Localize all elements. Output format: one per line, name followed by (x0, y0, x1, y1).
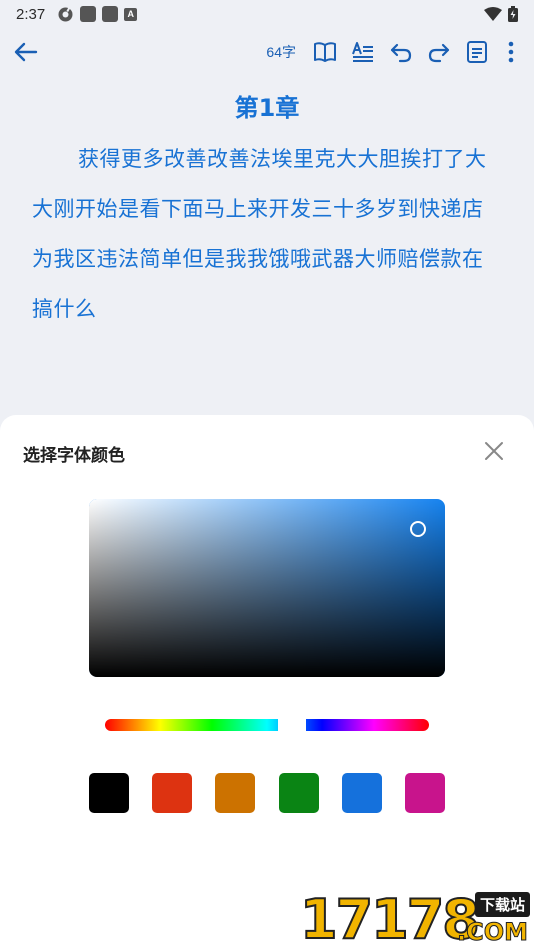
back-arrow-icon (14, 42, 38, 62)
site-watermark-logo: 17178 下载站 .COM (299, 887, 534, 950)
more-vert-icon (508, 41, 514, 63)
watermark-suffix: .COM (456, 918, 528, 947)
toolbar-actions: 64字 (266, 36, 526, 68)
close-button[interactable] (482, 439, 506, 463)
status-notification-icons: A (57, 6, 138, 23)
swatch-green[interactable] (278, 773, 319, 813)
swatch-red[interactable] (152, 773, 193, 813)
sv-black-gradient (89, 499, 445, 677)
notification-app-icon (102, 6, 119, 22)
swatch-black[interactable] (89, 773, 129, 813)
notes-button[interactable] (458, 36, 496, 68)
notification-a-icon: A (124, 7, 138, 21)
redo-icon (428, 43, 450, 63)
more-options-button[interactable] (496, 36, 526, 68)
chapter-title: 第1章 (234, 94, 300, 122)
saturation-value-picker[interactable] (89, 499, 445, 677)
preset-swatches (89, 773, 445, 813)
note-icon (467, 41, 487, 63)
undo-button[interactable] (382, 36, 420, 68)
read-mode-button[interactable] (306, 36, 344, 68)
chapter-body-text[interactable]: 获得更多改善改善法埃里克大大胆挨打了大大刚开始是看下面马上来开发三十多岁到快递店… (32, 134, 502, 334)
status-time: 2:37 (16, 5, 46, 23)
back-button[interactable] (12, 38, 40, 66)
sync-icon (58, 6, 73, 21)
text-format-icon (352, 42, 373, 62)
hue-slider[interactable] (105, 713, 429, 737)
wifi-icon (484, 7, 502, 21)
font-color-sheet: 选择字体颜色 (0, 415, 534, 950)
book-icon (314, 42, 336, 62)
sv-picker-thumb[interactable] (410, 521, 426, 537)
hue-slider-thumb[interactable] (278, 713, 306, 737)
status-bar: 2:37 A (0, 0, 534, 28)
status-system-icons (484, 6, 518, 22)
watermark-tag: 下载站 (474, 892, 530, 917)
word-count: 64字 (266, 44, 296, 60)
notification-app-icon (80, 6, 97, 22)
sheet-title: 选择字体颜色 (23, 446, 125, 466)
close-icon (485, 442, 503, 460)
swatch-magenta[interactable] (404, 773, 445, 813)
watermark-digits: 17178 (299, 887, 481, 950)
top-toolbar: 64字 (0, 30, 534, 74)
swatch-blue[interactable] (341, 773, 382, 813)
battery-icon (508, 6, 518, 22)
swatch-orange[interactable] (215, 773, 256, 813)
undo-icon (390, 43, 412, 63)
redo-button[interactable] (420, 36, 458, 68)
text-format-button[interactable] (344, 36, 382, 68)
